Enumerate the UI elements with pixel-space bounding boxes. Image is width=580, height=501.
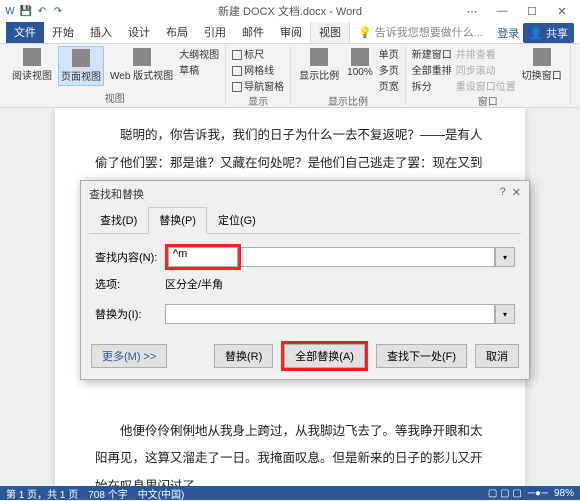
status-zoom[interactable]: 98%: [554, 488, 574, 499]
find-replace-dialog: 查找和替换 ? ✕ 查找(D) 替换(P) 定位(G) 查找内容(N): ^m …: [80, 180, 530, 380]
tell-me-input[interactable]: 💡 告诉我您想要做什么...: [350, 21, 491, 43]
hundred-icon: [351, 48, 369, 66]
replace-button[interactable]: 替换(R): [214, 344, 273, 368]
statusbar: 第 1 页，共 1 页 708 个字 中文(中国) ▢ ▢ ▢ ─●─ 98%: [0, 486, 580, 500]
more-button[interactable]: 更多(M) >>: [91, 344, 167, 368]
replace-input[interactable]: [165, 304, 495, 324]
tab-file[interactable]: 文件: [6, 21, 44, 43]
dialog-title-text: 查找和替换: [89, 186, 144, 202]
ribbon-group-zoom: 显示比例 100% 单页 多页 页宽 显示比例: [291, 46, 406, 105]
window-title: 新建 DOCX 文档.docx - Word: [218, 3, 362, 19]
options-value: 区分全/半角: [165, 276, 223, 292]
newwin-button[interactable]: 新建窗口: [412, 46, 452, 61]
restore-button[interactable]: ☐: [518, 0, 546, 22]
sync-button: 同步滚动: [456, 62, 516, 77]
page-view-button[interactable]: 页面视图: [58, 46, 104, 86]
zoom-icon: [310, 48, 328, 66]
page-icon: [72, 49, 90, 67]
split-button[interactable]: 拆分: [412, 78, 452, 93]
web-view-button[interactable]: Web 版式视图: [108, 46, 175, 84]
tab-mailings[interactable]: 邮件: [234, 21, 272, 43]
ribbon: 阅读视图 页面视图 Web 版式视图 大纲视图 草稿 视图 标尺 网格线 导航窗…: [0, 44, 580, 108]
reset-button: 重设窗口位置: [456, 78, 516, 93]
ruler-checkbox[interactable]: 标尺: [232, 46, 284, 61]
draft-view-button[interactable]: 草稿: [179, 62, 219, 77]
ribbon-options-icon[interactable]: ⋯: [458, 0, 486, 22]
options-label: 选项:: [95, 276, 165, 292]
dialog-tab-find[interactable]: 查找(D): [89, 207, 148, 233]
undo-icon[interactable]: ↶: [36, 5, 48, 17]
status-page[interactable]: 第 1 页，共 1 页: [6, 486, 78, 501]
app-icon: W: [4, 5, 16, 17]
status-lang[interactable]: 中文(中国): [138, 486, 185, 501]
window-controls: ⋯ — ☐ ✕: [458, 0, 576, 22]
paragraph[interactable]: 他便伶伶俐俐地从我身上跨过，从我脚边飞去了。等我睁开眼和太阳再见，这算又溜走了一…: [95, 418, 485, 487]
sidebyside-button: 并排查看: [456, 46, 516, 61]
hundred-button[interactable]: 100%: [345, 46, 375, 80]
replace-all-button[interactable]: 全部替换(A): [284, 344, 365, 368]
web-icon: [133, 48, 151, 66]
reading-view-button[interactable]: 阅读视图: [10, 46, 54, 84]
dialog-tab-replace[interactable]: 替换(P): [148, 207, 207, 234]
dialog-tab-goto[interactable]: 定位(G): [207, 207, 267, 233]
pagewidth-button[interactable]: 页宽: [379, 78, 399, 93]
share-button[interactable]: 👤 共享: [523, 23, 574, 43]
dialog-body: 查找内容(N): ^m ▾ 选项: 区分全/半角 替换为(I): ▾: [81, 234, 529, 340]
cancel-button[interactable]: 取消: [475, 344, 519, 368]
find-label: 查找内容(N):: [95, 249, 165, 265]
ribbon-tabs: 文件 开始 插入 设计 布局 引用 邮件 审阅 视图 💡 告诉我您想要做什么..…: [0, 22, 580, 44]
tab-view[interactable]: 视图: [310, 20, 350, 43]
status-words[interactable]: 708 个字: [88, 486, 127, 501]
arrange-button[interactable]: 全部重排: [412, 62, 452, 77]
onepage-button[interactable]: 单页: [379, 46, 399, 61]
signin-button[interactable]: 登录: [497, 25, 519, 41]
tab-design[interactable]: 设计: [120, 21, 158, 43]
redo-icon[interactable]: ↷: [52, 5, 64, 17]
outline-view-button[interactable]: 大纲视图: [179, 46, 219, 61]
dialog-help-icon[interactable]: ?: [500, 186, 506, 202]
find-input-ext[interactable]: [241, 247, 495, 267]
ribbon-group-views: 阅读视图 页面视图 Web 版式视图 大纲视图 草稿 视图: [4, 46, 226, 105]
find-input[interactable]: ^m: [168, 247, 238, 267]
tab-references[interactable]: 引用: [196, 21, 234, 43]
tab-home[interactable]: 开始: [44, 21, 82, 43]
view-icons[interactable]: ▢ ▢ ▢: [488, 488, 522, 499]
switch-icon: [533, 48, 551, 66]
tab-insert[interactable]: 插入: [82, 21, 120, 43]
tab-review[interactable]: 审阅: [272, 21, 310, 43]
ribbon-group-show: 标尺 网格线 导航窗格 显示: [226, 46, 291, 105]
replace-dropdown-icon[interactable]: ▾: [495, 304, 515, 324]
multipage-button[interactable]: 多页: [379, 62, 399, 77]
switch-window-button[interactable]: 切换窗口: [520, 46, 564, 84]
navpane-checkbox[interactable]: 导航窗格: [232, 78, 284, 93]
ribbon-group-window: 新建窗口 全部重排 拆分 并排查看 同步滚动 重设窗口位置 切换窗口 窗口: [406, 46, 571, 105]
zoom-button[interactable]: 显示比例: [297, 46, 341, 84]
titlebar: W 💾 ↶ ↷ 新建 DOCX 文档.docx - Word ⋯ — ☐ ✕: [0, 0, 580, 22]
zoom-slider[interactable]: ─●─: [528, 488, 548, 499]
save-icon[interactable]: 💾: [20, 5, 32, 17]
gridlines-checkbox[interactable]: 网格线: [232, 62, 284, 77]
dialog-close-icon[interactable]: ✕: [512, 186, 521, 202]
dialog-footer: 更多(M) >> 替换(R) 全部替换(A) 查找下一处(F) 取消: [91, 341, 519, 371]
tab-layout[interactable]: 布局: [158, 21, 196, 43]
find-dropdown-icon[interactable]: ▾: [495, 247, 515, 267]
qat: W 💾 ↶ ↷: [4, 5, 64, 17]
find-next-button[interactable]: 查找下一处(F): [376, 344, 467, 368]
dialog-tabs: 查找(D) 替换(P) 定位(G): [89, 207, 521, 234]
close-button[interactable]: ✕: [548, 0, 576, 22]
minimize-button[interactable]: —: [488, 0, 516, 22]
reading-icon: [23, 48, 41, 66]
dialog-titlebar[interactable]: 查找和替换 ? ✕: [81, 181, 529, 207]
replace-label: 替换为(I):: [95, 306, 165, 322]
